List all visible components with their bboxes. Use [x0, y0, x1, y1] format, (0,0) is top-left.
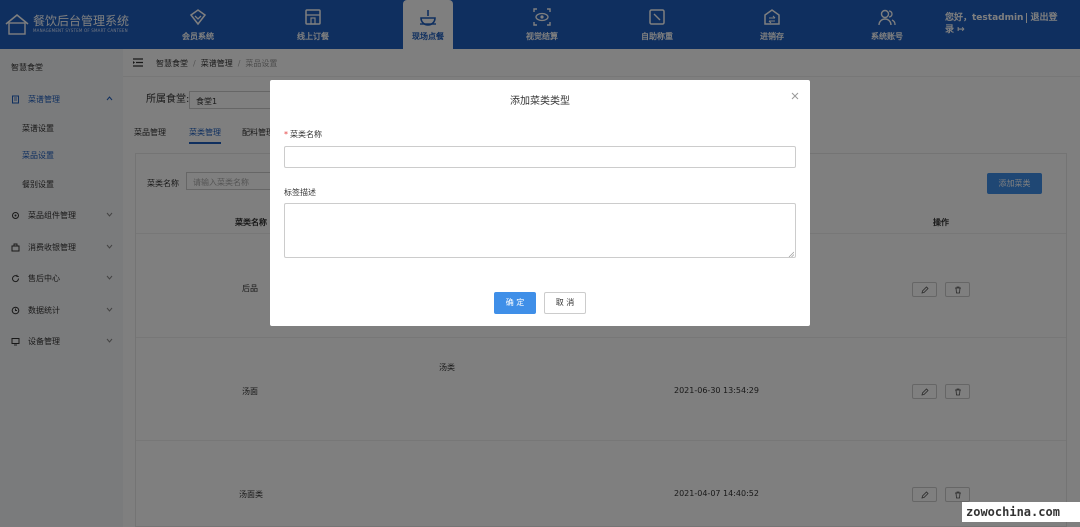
required-mark: * [284, 130, 288, 139]
cancel-button[interactable]: 取 消 [544, 292, 586, 314]
add-category-dialog: 添加菜类类型 * 菜类名称 标签描述 确 定 取 消 [270, 80, 810, 326]
category-name-label: * 菜类名称 [284, 130, 322, 139]
watermark: zowochina.com [962, 502, 1080, 522]
resize-grip-icon[interactable] [788, 250, 795, 258]
category-name-input[interactable] [284, 146, 796, 168]
tag-description-label: 标签描述 [284, 188, 316, 197]
close-icon[interactable] [789, 90, 801, 102]
confirm-button[interactable]: 确 定 [494, 292, 536, 314]
dialog-title: 添加菜类类型 [510, 96, 570, 107]
tag-description-textarea[interactable] [284, 203, 796, 258]
